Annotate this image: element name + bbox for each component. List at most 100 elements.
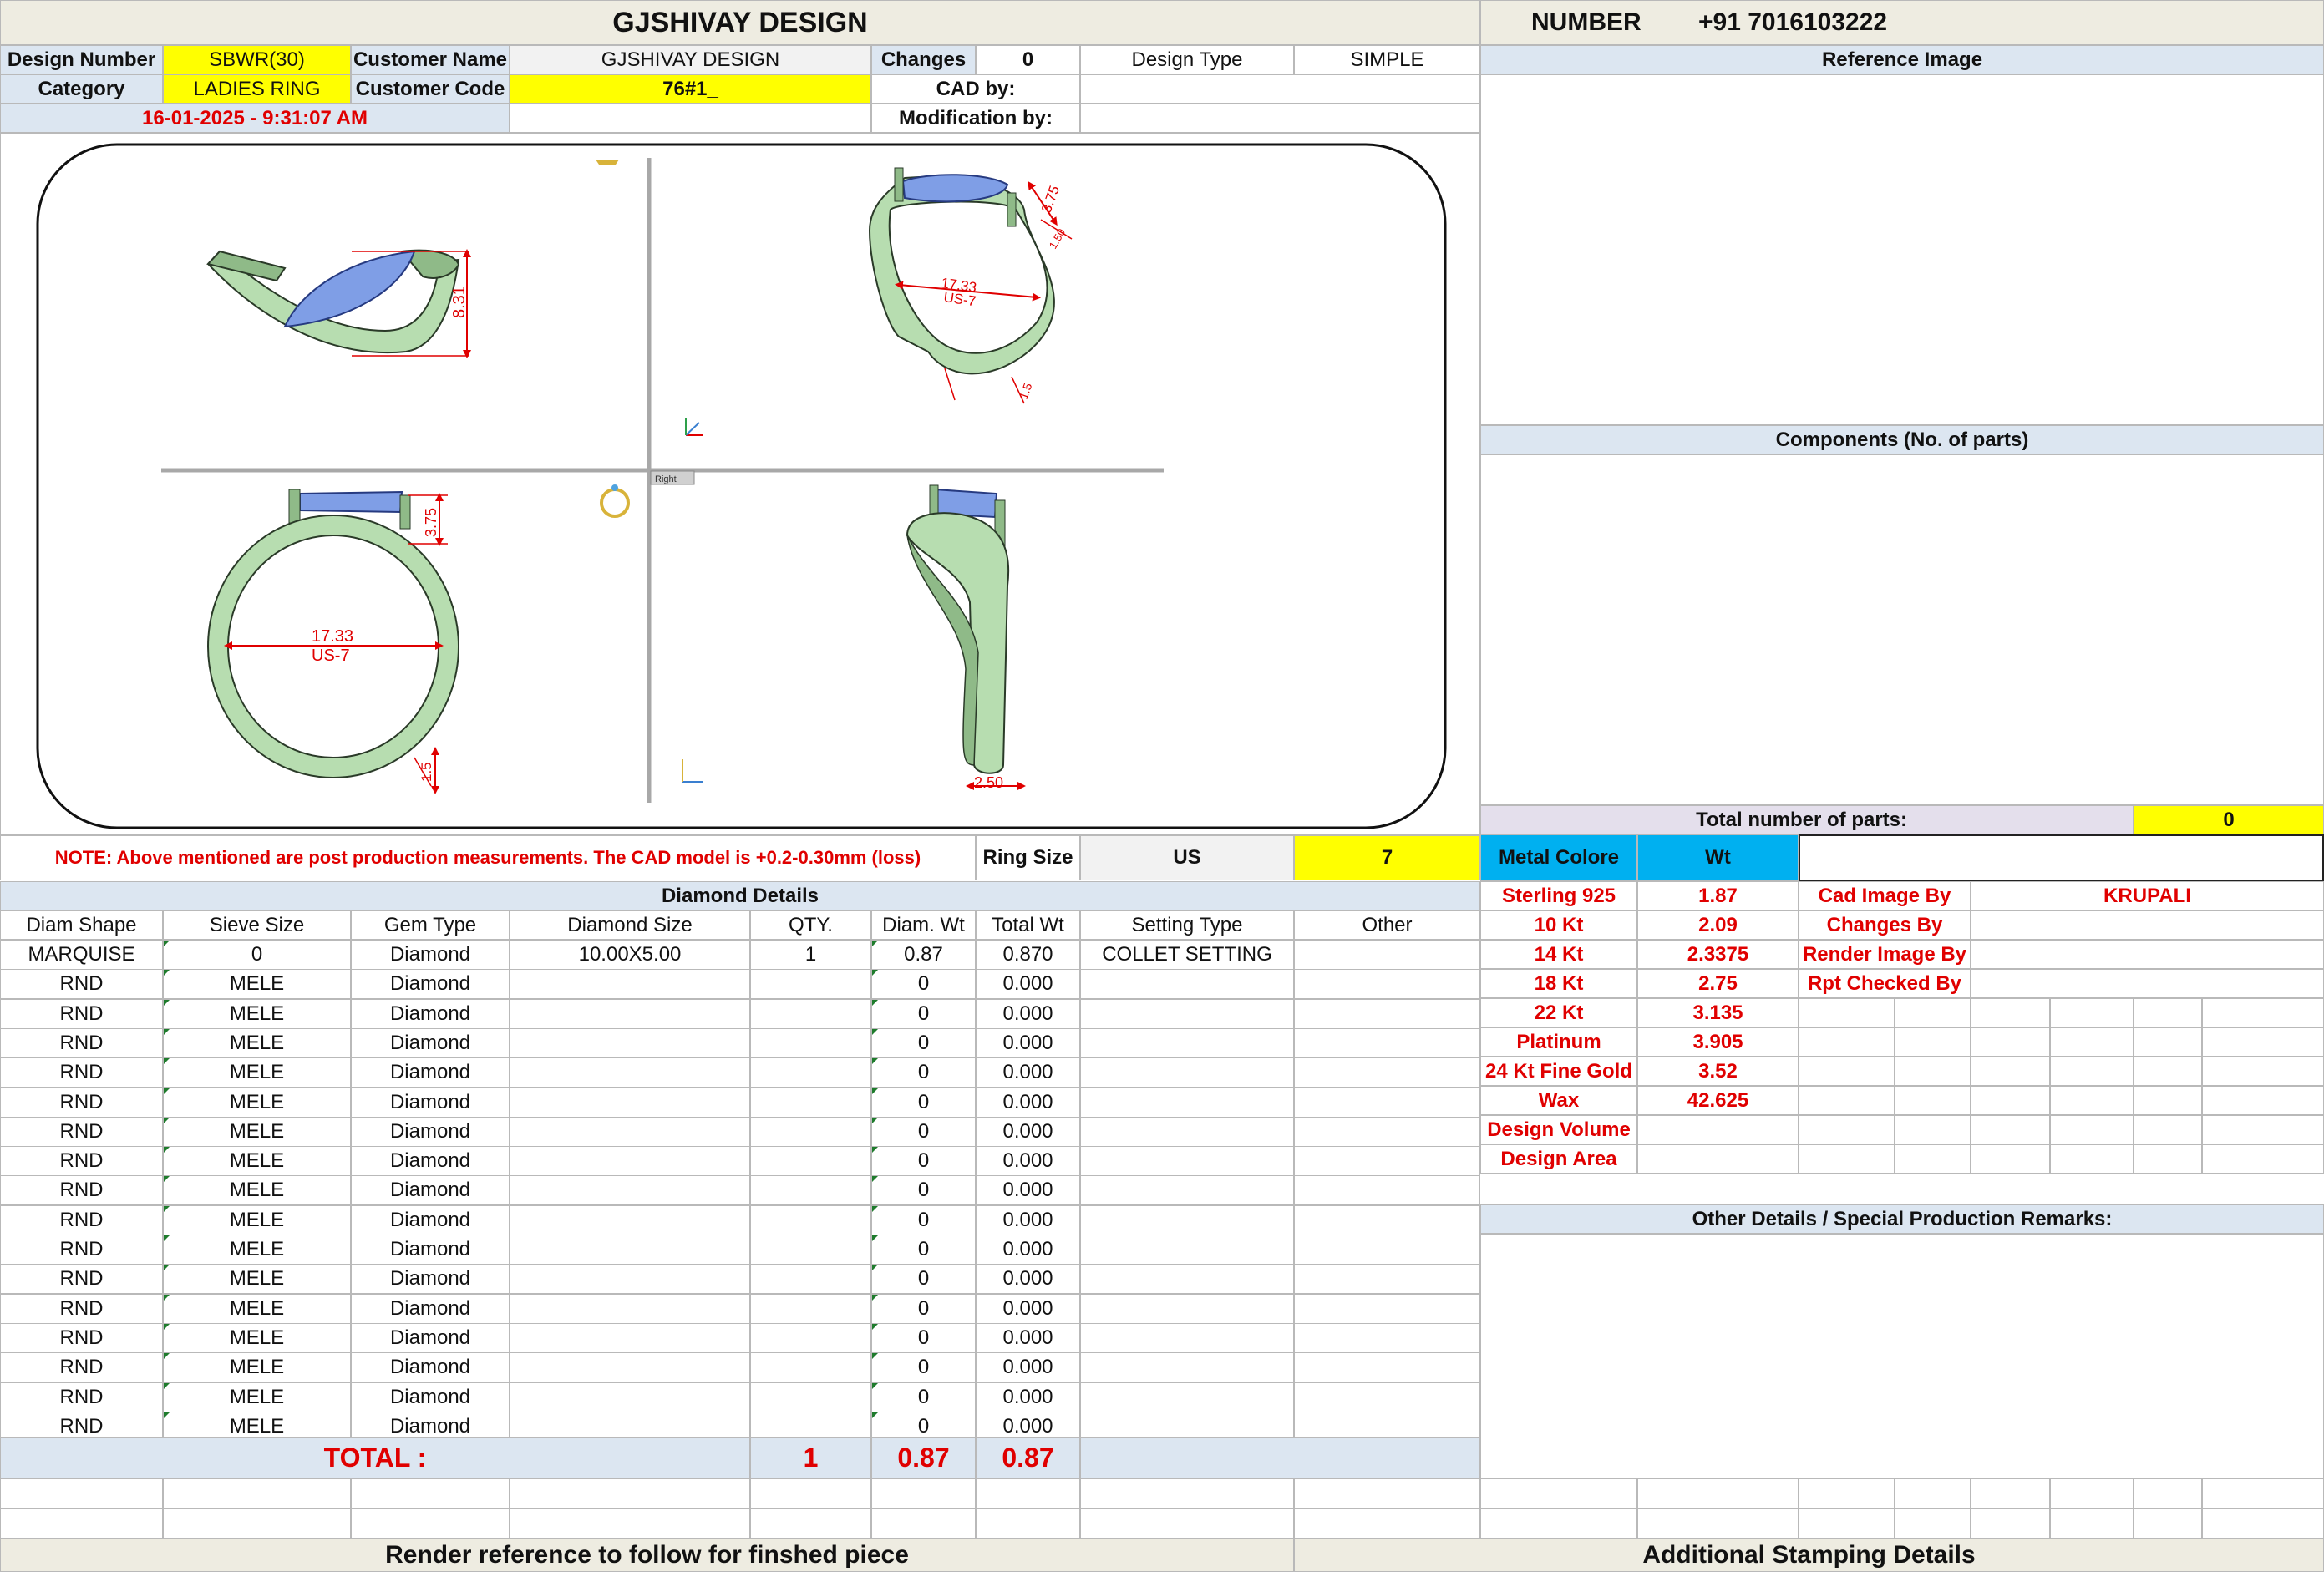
diamond-diamond-size-cell[interactable] bbox=[510, 1117, 750, 1147]
staff-grid-cell[interactable] bbox=[1799, 998, 1895, 1027]
total-parts-value[interactable]: 0 bbox=[2134, 805, 2324, 834]
diamond-diamond-size-cell[interactable] bbox=[510, 1323, 750, 1353]
staff-grid-cell[interactable] bbox=[2202, 1086, 2324, 1115]
blank-cell[interactable] bbox=[1080, 1509, 1294, 1539]
diamond-other-cell[interactable] bbox=[1294, 1382, 1480, 1412]
blank-cell[interactable] bbox=[2134, 1478, 2202, 1509]
diamond-sieve-size-cell[interactable]: MELE bbox=[163, 1205, 351, 1235]
blank-cell[interactable] bbox=[1971, 1478, 2050, 1509]
diamond-diam-shape-cell[interactable]: RND bbox=[0, 1264, 163, 1294]
components-area[interactable] bbox=[1480, 454, 2324, 805]
blank-cell[interactable] bbox=[1080, 1478, 1294, 1509]
reference-image-area[interactable] bbox=[1480, 74, 2324, 425]
diamond-setting-type-cell[interactable] bbox=[1080, 999, 1294, 1029]
metal-wt-cell[interactable]: 2.75 bbox=[1637, 969, 1799, 998]
blank-cell[interactable] bbox=[871, 1509, 976, 1539]
diamond-other-cell[interactable] bbox=[1294, 1146, 1480, 1176]
diamond-diamond-size-cell[interactable] bbox=[510, 1028, 750, 1058]
diamond-setting-type-cell[interactable] bbox=[1080, 1057, 1294, 1088]
diamond-qty-cell[interactable] bbox=[750, 1028, 871, 1058]
diamond-sieve-size-cell[interactable]: MELE bbox=[163, 1117, 351, 1147]
diamond-diam-wt-cell[interactable]: 0 bbox=[871, 1146, 976, 1176]
staff-grid-cell[interactable] bbox=[1799, 1086, 1895, 1115]
diamond-sieve-size-cell[interactable]: MELE bbox=[163, 1028, 351, 1058]
diamond-diamond-size-cell[interactable] bbox=[510, 1175, 750, 1205]
diamond-diam-shape-cell[interactable]: RND bbox=[0, 1175, 163, 1205]
diamond-other-cell[interactable] bbox=[1294, 1294, 1480, 1324]
diamond-sieve-size-cell[interactable]: 0 bbox=[163, 940, 351, 970]
diamond-qty-cell[interactable] bbox=[750, 969, 871, 999]
diamond-diam-shape-cell[interactable]: RND bbox=[0, 1205, 163, 1235]
diamond-qty-cell[interactable] bbox=[750, 1235, 871, 1265]
staff-grid-cell[interactable] bbox=[2134, 1115, 2202, 1144]
diamond-diam-shape-cell[interactable]: RND bbox=[0, 1382, 163, 1412]
diamond-diamond-size-cell[interactable] bbox=[510, 1057, 750, 1088]
diamond-other-cell[interactable] bbox=[1294, 1205, 1480, 1235]
diamond-diam-wt-cell[interactable]: 0 bbox=[871, 969, 976, 999]
staff-grid-cell[interactable] bbox=[2050, 1057, 2134, 1086]
staff-grid-cell[interactable] bbox=[2134, 1027, 2202, 1057]
diamond-diamond-size-cell[interactable] bbox=[510, 1235, 750, 1265]
diamond-gem-type-cell[interactable]: Diamond bbox=[351, 1028, 510, 1058]
blank-cell[interactable] bbox=[163, 1509, 351, 1539]
staff-grid-cell[interactable] bbox=[2202, 1144, 2324, 1174]
diamond-total-wt-cell[interactable]: 0.000 bbox=[976, 1264, 1080, 1294]
diamond-total-wt-cell[interactable]: 0.000 bbox=[976, 999, 1080, 1029]
diamond-total-wt-cell[interactable]: 0.000 bbox=[976, 1382, 1080, 1412]
staff-grid-cell[interactable] bbox=[2050, 1086, 2134, 1115]
staff-grid-cell[interactable] bbox=[1895, 1144, 1971, 1174]
diamond-qty-cell[interactable] bbox=[750, 1352, 871, 1382]
diamond-gem-type-cell[interactable]: Diamond bbox=[351, 940, 510, 970]
diamond-diamond-size-cell[interactable] bbox=[510, 1205, 750, 1235]
metal-wt-cell[interactable]: 2.3375 bbox=[1637, 940, 1799, 969]
staff-grid-cell[interactable] bbox=[2134, 998, 2202, 1027]
diamond-other-cell[interactable] bbox=[1294, 1117, 1480, 1147]
diamond-diamond-size-cell[interactable] bbox=[510, 969, 750, 999]
diamond-diamond-size-cell[interactable] bbox=[510, 999, 750, 1029]
diamond-diam-shape-cell[interactable]: RND bbox=[0, 1088, 163, 1118]
blank-cell[interactable] bbox=[0, 1478, 163, 1509]
diamond-diam-wt-cell[interactable]: 0 bbox=[871, 1117, 976, 1147]
staff-grid-cell[interactable] bbox=[1895, 1027, 1971, 1057]
staff-grid-cell[interactable] bbox=[2202, 1057, 2324, 1086]
diamond-qty-cell[interactable] bbox=[750, 1264, 871, 1294]
diamond-gem-type-cell[interactable]: Diamond bbox=[351, 1057, 510, 1088]
diamond-sieve-size-cell[interactable]: MELE bbox=[163, 1382, 351, 1412]
diamond-total-wt-cell[interactable]: 0.000 bbox=[976, 1352, 1080, 1382]
diamond-total-wt-cell[interactable]: 0.000 bbox=[976, 1117, 1080, 1147]
diamond-gem-type-cell[interactable]: Diamond bbox=[351, 1352, 510, 1382]
diamond-diamond-size-cell[interactable] bbox=[510, 1088, 750, 1118]
diamond-diam-wt-cell[interactable]: 0 bbox=[871, 1205, 976, 1235]
customer-name-value[interactable]: GJSHIVAY DESIGN bbox=[510, 45, 871, 74]
blank-cell[interactable] bbox=[750, 1509, 871, 1539]
modification-value[interactable] bbox=[1080, 104, 1480, 133]
blank-cell[interactable] bbox=[871, 1478, 976, 1509]
diamond-diam-shape-cell[interactable]: RND bbox=[0, 1352, 163, 1382]
ring-size-unit[interactable]: US bbox=[1080, 835, 1294, 880]
diamond-qty-cell[interactable] bbox=[750, 1175, 871, 1205]
diamond-sieve-size-cell[interactable]: MELE bbox=[163, 1235, 351, 1265]
diamond-total-wt-cell[interactable]: 0.000 bbox=[976, 1146, 1080, 1176]
diamond-diam-wt-cell[interactable]: 0 bbox=[871, 1175, 976, 1205]
diamond-sieve-size-cell[interactable]: MELE bbox=[163, 1146, 351, 1176]
staff-grid-cell[interactable] bbox=[2134, 1057, 2202, 1086]
diamond-setting-type-cell[interactable] bbox=[1080, 1323, 1294, 1353]
staff-grid-cell[interactable] bbox=[1895, 1057, 1971, 1086]
metal-wt-cell[interactable]: 3.135 bbox=[1637, 998, 1799, 1027]
blank-cell[interactable] bbox=[2134, 1509, 2202, 1539]
diamond-other-cell[interactable] bbox=[1294, 1352, 1480, 1382]
metal-wt-cell[interactable]: 2.09 bbox=[1637, 910, 1799, 940]
diamond-gem-type-cell[interactable]: Diamond bbox=[351, 969, 510, 999]
category-value[interactable]: LADIES RING bbox=[163, 74, 351, 104]
staff-grid-cell[interactable] bbox=[1895, 1115, 1971, 1144]
staff-name-cell[interactable] bbox=[1971, 910, 2324, 940]
diamond-qty-cell[interactable] bbox=[750, 1323, 871, 1353]
diamond-sieve-size-cell[interactable]: MELE bbox=[163, 1323, 351, 1353]
ring-size-value[interactable]: 7 bbox=[1294, 835, 1480, 880]
diamond-setting-type-cell[interactable] bbox=[1080, 1382, 1294, 1412]
blank-cell[interactable] bbox=[750, 1478, 871, 1509]
blank-cell[interactable] bbox=[976, 1478, 1080, 1509]
diamond-diam-wt-cell[interactable]: 0 bbox=[871, 1028, 976, 1058]
blank-cell[interactable] bbox=[351, 1509, 510, 1539]
metal-wt-cell[interactable]: 3.905 bbox=[1637, 1027, 1799, 1057]
